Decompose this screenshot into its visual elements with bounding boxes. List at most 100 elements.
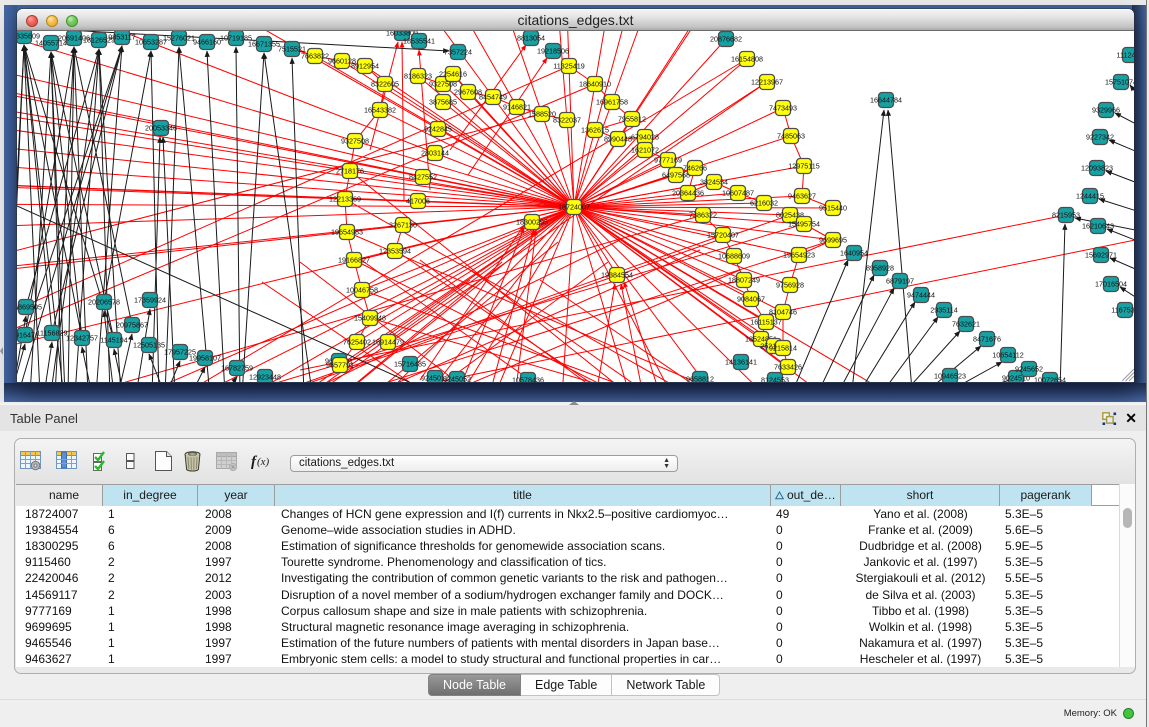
svg-text:19166827: 19166827 xyxy=(338,256,370,265)
svg-text:12505135: 12505135 xyxy=(133,341,165,350)
svg-text:9515440: 9515440 xyxy=(819,204,847,213)
svg-text:6216032: 6216032 xyxy=(750,199,778,208)
svg-text:9084067: 9084067 xyxy=(737,295,765,304)
svg-text:1112403: 1112403 xyxy=(1117,51,1134,60)
svg-text:12923448: 12923448 xyxy=(249,373,281,382)
svg-text:7633426: 7633426 xyxy=(774,363,802,372)
svg-text:18807249: 18807249 xyxy=(728,276,760,285)
svg-text:3875685: 3875685 xyxy=(429,98,457,107)
svg-text:16154808: 16154808 xyxy=(731,55,763,64)
svg-text:19958107: 19958107 xyxy=(189,354,221,363)
svg-text:16210643: 16210643 xyxy=(1082,222,1114,231)
svg-text:15276021: 15276021 xyxy=(163,34,195,43)
svg-text:12213369: 12213369 xyxy=(329,195,361,204)
svg-text:20206578: 20206578 xyxy=(88,298,120,307)
svg-text:10654112: 10654112 xyxy=(992,351,1023,360)
svg-text:12353594: 12353594 xyxy=(379,247,411,256)
svg-text:20975867: 20975867 xyxy=(116,321,148,330)
svg-text:8322605: 8322605 xyxy=(371,80,399,89)
svg-text:10607487: 10607487 xyxy=(722,189,754,198)
svg-text:1145194: 1145194 xyxy=(100,336,127,345)
svg-text:9474444: 9474444 xyxy=(907,291,935,300)
svg-text:2935114: 2935114 xyxy=(930,306,957,315)
svg-text:3267130: 3267130 xyxy=(389,221,417,230)
svg-text:746266: 746266 xyxy=(683,164,707,173)
svg-text:8813054: 8813054 xyxy=(517,34,545,43)
svg-text:7955812: 7955812 xyxy=(618,115,646,124)
svg-text:8990448: 8990448 xyxy=(604,135,632,144)
svg-text:9146821: 9146821 xyxy=(503,103,531,112)
svg-text:8322037: 8322037 xyxy=(553,116,581,125)
svg-text:8186323: 8186323 xyxy=(404,72,432,81)
svg-text:9215814: 9215814 xyxy=(769,344,797,353)
svg-text:7473493: 7473493 xyxy=(769,104,797,113)
svg-text:2718176: 2718176 xyxy=(336,167,364,176)
svg-text:8427552: 8427552 xyxy=(409,173,437,182)
svg-text:26869505: 26869505 xyxy=(17,303,42,312)
svg-text:9756928: 9756928 xyxy=(776,281,804,290)
svg-text:6794028: 6794028 xyxy=(631,133,659,142)
svg-text:19654923: 19654923 xyxy=(783,251,815,260)
svg-text:17016504: 17016504 xyxy=(1095,280,1127,289)
svg-text:9658812: 9658812 xyxy=(686,375,714,383)
svg-text:9657791: 9657791 xyxy=(326,361,354,370)
svg-text:14136141: 14136141 xyxy=(725,358,757,367)
svg-text:15409948: 15409948 xyxy=(354,314,386,323)
svg-text:8454749: 8454749 xyxy=(479,93,507,102)
svg-text:10688609: 10688609 xyxy=(718,252,750,261)
svg-text:18535541: 18535541 xyxy=(403,37,435,46)
svg-text:8124553: 8124553 xyxy=(761,376,789,383)
svg-text:1640954: 1640954 xyxy=(840,249,868,258)
svg-text:9245652: 9245652 xyxy=(1015,365,1043,374)
svg-text:11325419: 11325419 xyxy=(553,62,584,71)
svg-text:9327508: 9327508 xyxy=(341,137,369,146)
svg-text:8958928: 8958928 xyxy=(866,264,894,273)
svg-text:16782759: 16782759 xyxy=(221,364,253,373)
svg-text:16543382: 16543382 xyxy=(364,106,396,115)
svg-text:15495754: 15495754 xyxy=(788,220,820,229)
svg-text:9242845: 9242845 xyxy=(424,125,452,134)
svg-text:8912954: 8912954 xyxy=(351,62,379,71)
svg-text:417006: 417006 xyxy=(406,197,430,206)
svg-text:12342757: 12342757 xyxy=(66,334,98,343)
svg-text:6879197: 6879197 xyxy=(886,277,914,286)
svg-text:9227342: 9227342 xyxy=(1086,133,1114,142)
svg-text:16961758: 16961758 xyxy=(596,98,628,107)
svg-text:7386322: 7386322 xyxy=(689,211,717,220)
svg-text:19654983: 19654983 xyxy=(331,228,363,237)
svg-text:20053346: 20053346 xyxy=(145,124,177,133)
svg-text:3824554: 3824554 xyxy=(700,178,728,187)
svg-text:9329966: 9329966 xyxy=(1092,106,1120,115)
svg-text:15720407: 15720407 xyxy=(707,231,739,240)
svg-text:15716485: 15716485 xyxy=(394,360,426,369)
svg-text:20364436: 20364436 xyxy=(672,189,704,198)
svg-text:16914479: 16914479 xyxy=(372,338,404,347)
svg-text:18300295: 18300295 xyxy=(516,218,548,227)
svg-text:7632621: 7632621 xyxy=(952,320,980,329)
svg-text:12093823: 12093823 xyxy=(1081,164,1113,173)
svg-text:16644784: 16644784 xyxy=(870,96,902,105)
svg-text:2254616: 2254616 xyxy=(439,70,467,79)
svg-text:8471676: 8471676 xyxy=(973,335,1001,344)
svg-text:7485063: 7485063 xyxy=(777,132,805,141)
svg-text:19384554: 19384554 xyxy=(601,271,633,280)
svg-text:7357224: 7357224 xyxy=(444,48,472,57)
svg-text:8245052: 8245052 xyxy=(443,375,471,383)
svg-text:9853117: 9853117 xyxy=(108,33,135,42)
svg-text:1244415: 1244415 xyxy=(1076,192,1104,201)
svg-text:10578436: 10578436 xyxy=(512,376,544,383)
svg-text:10946523: 10946523 xyxy=(934,372,966,381)
svg-text:2967608: 2967608 xyxy=(454,88,482,97)
svg-text:18724007: 18724007 xyxy=(558,203,590,212)
svg-text:9463627: 9463627 xyxy=(788,192,816,201)
svg-text:(x): (x) xyxy=(257,456,270,468)
svg-text:10046758: 10046758 xyxy=(346,286,378,295)
svg-text:8104746: 8104746 xyxy=(769,308,797,317)
svg-text:12975115: 12975115 xyxy=(788,162,819,171)
svg-text:8215953: 8215953 xyxy=(1052,211,1080,220)
svg-text:19218506: 19218506 xyxy=(537,47,569,56)
svg-text:16671355: 16671355 xyxy=(248,40,280,49)
svg-text:15751074: 15751074 xyxy=(1105,78,1134,87)
svg-text:11156829: 11156829 xyxy=(37,329,68,338)
svg-text:7625402: 7625402 xyxy=(343,338,371,347)
